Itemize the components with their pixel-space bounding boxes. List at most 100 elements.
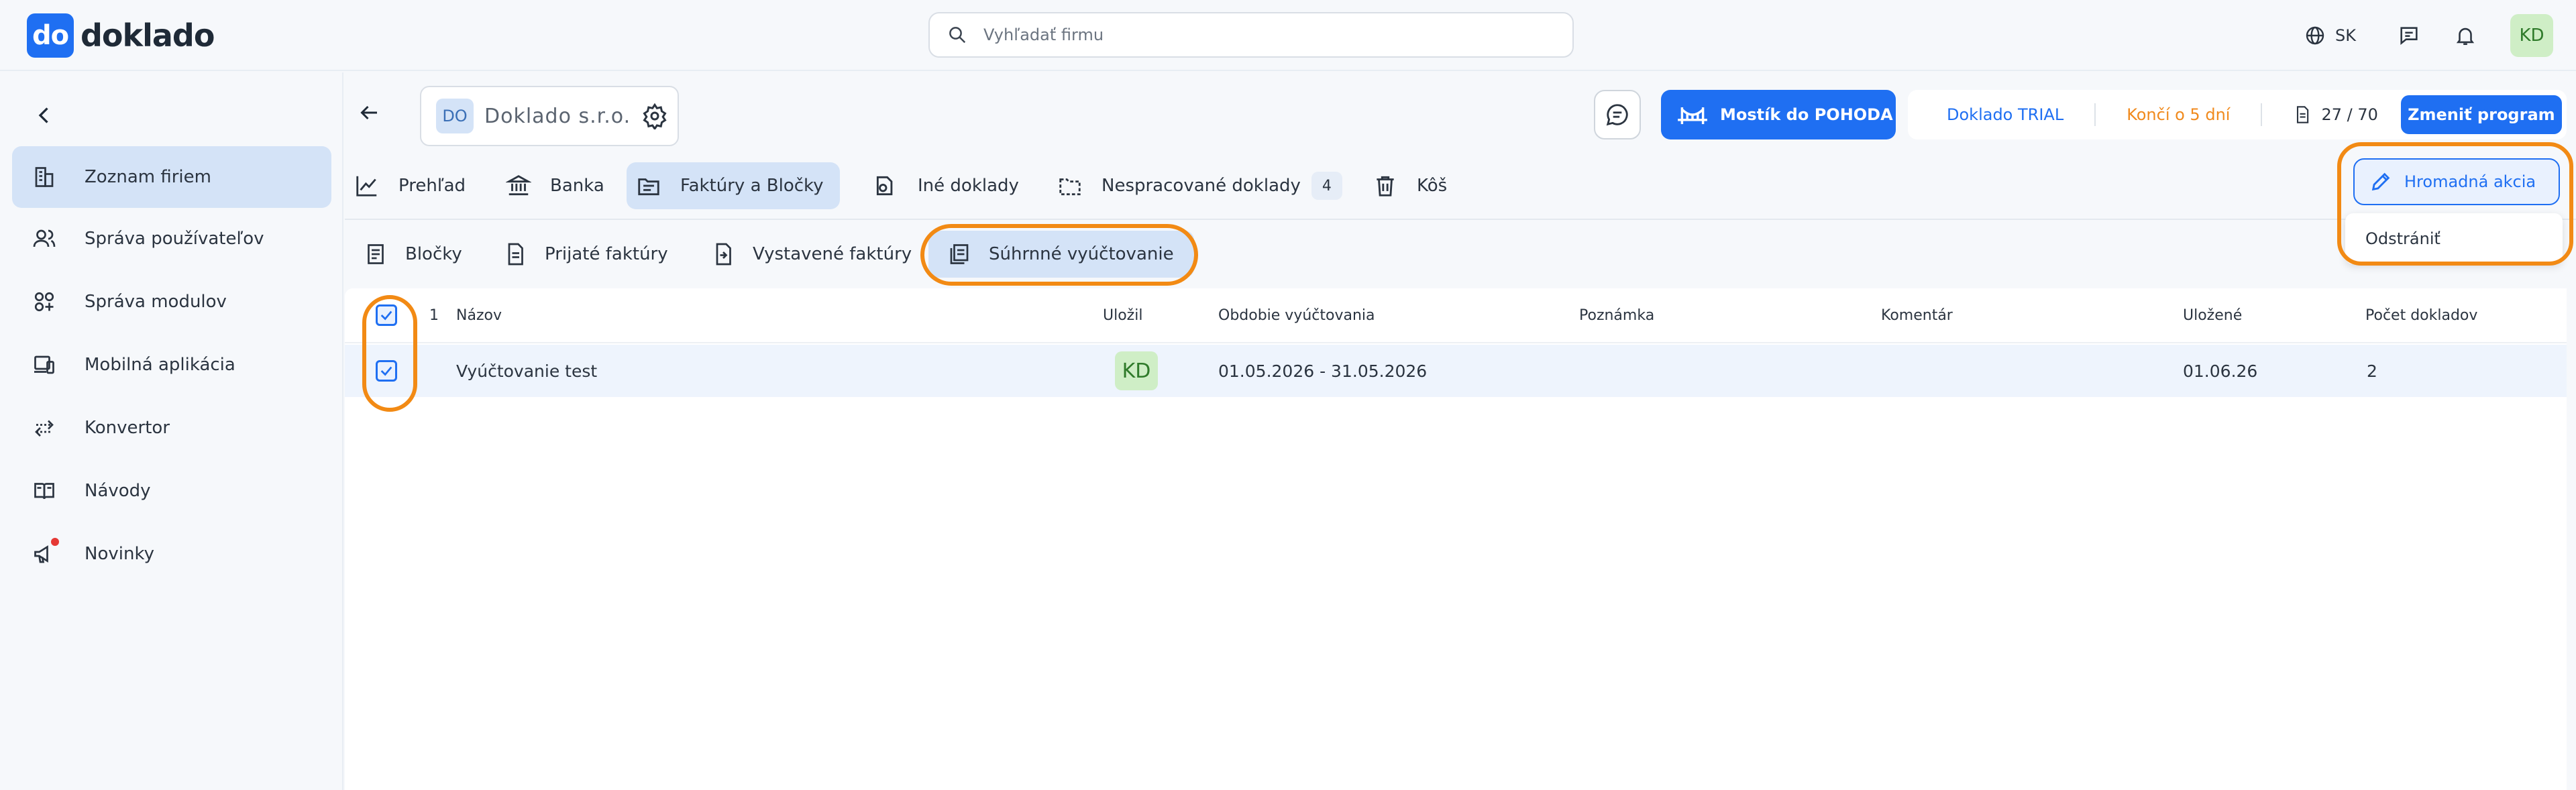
tab-receipts[interactable]: Bločky — [345, 231, 482, 278]
users-icon — [31, 227, 58, 251]
chat-bubble-icon — [1605, 102, 1630, 127]
back-arrow-icon[interactable] — [357, 101, 381, 125]
tab-label: Faktúry a Bločky — [680, 176, 824, 196]
sidebar-item-guides[interactable]: Návody — [12, 460, 331, 522]
tab-label: Vystavené faktúry — [753, 244, 912, 264]
selected-count: 1 — [429, 306, 439, 324]
row-saved: 01.06.26 — [2183, 361, 2258, 381]
search-input[interactable] — [983, 25, 1520, 44]
company-name: Doklado s.r.o. — [484, 104, 631, 128]
column-header-name[interactable]: Názov — [456, 288, 502, 342]
language-switcher[interactable]: SK — [2304, 25, 2356, 46]
table-row[interactable]: Vyúčtovanie test KD 01.05.2026 - 31.05.2… — [345, 345, 2567, 397]
company-badge: DO — [436, 99, 474, 133]
table-header: 1 Názov Uložil Obdobie vyúčtovania Pozná… — [345, 288, 2567, 343]
chart-icon — [354, 173, 380, 199]
company-selector[interactable]: DO Doklado s.r.o. — [420, 86, 679, 146]
tab-invoices-receipts[interactable]: Faktúry a Bločky — [627, 162, 840, 209]
invoice-icon — [636, 173, 661, 199]
plan-expiry: Končí o 5 dní — [2127, 105, 2231, 124]
sidebar-item-mobile-app[interactable]: Mobilná aplikácia — [12, 334, 331, 396]
summary-icon — [947, 242, 971, 266]
column-header-period[interactable]: Obdobie vyúčtovania — [1218, 288, 1375, 342]
sidebar-item-modules[interactable]: Správa modulov — [12, 271, 331, 333]
language-label: SK — [2335, 26, 2356, 45]
sidebar-item-label: Návody — [85, 481, 151, 501]
row-name: Vyúčtovanie test — [456, 361, 598, 381]
main-content: DO Doklado s.r.o. Mostík do POHODA Dokla… — [345, 72, 2576, 790]
tab-received-invoices[interactable]: Prijaté faktúry — [484, 231, 688, 278]
logo-mark: do — [27, 13, 74, 58]
tab-label: Kôš — [1417, 176, 1448, 196]
plan-info-bar: Doklado TRIAL Končí o 5 dní 27 / 70 Zmen… — [1908, 90, 2567, 139]
tab-bank[interactable]: Banka — [496, 162, 621, 209]
select-all-cell — [376, 288, 397, 342]
tab-overview[interactable]: Prehľad — [345, 162, 482, 209]
sidebar-item-converter[interactable]: Konvertor — [12, 397, 331, 459]
sidebar-item-label: Správa modulov — [85, 292, 227, 312]
settlements-table: 1 Názov Uložil Obdobie vyúčtovania Pozná… — [345, 288, 2567, 790]
tab-label: Bločky — [405, 244, 462, 264]
document-counter: 27 / 70 — [2293, 105, 2378, 124]
tab-issued-invoices[interactable]: Vystavené faktúry — [692, 231, 932, 278]
bank-icon — [506, 173, 531, 199]
logo-text: doklado — [80, 17, 215, 54]
sidebar-item-companies[interactable]: Zoznam firiem — [12, 146, 331, 208]
devices-icon — [31, 353, 58, 377]
book-icon — [31, 479, 58, 503]
bridge-icon — [1676, 103, 1709, 127]
bell-icon[interactable] — [2454, 24, 2477, 47]
pencil-icon — [2369, 170, 2392, 193]
plan-name[interactable]: Doklado TRIAL — [1947, 105, 2063, 124]
gear-icon[interactable] — [641, 103, 668, 129]
modules-icon — [31, 290, 58, 314]
divider — [2261, 103, 2263, 126]
tab-summary-settlement[interactable]: Súhrnné vyúčtovanie — [928, 231, 1194, 278]
pohoda-bridge-button[interactable]: Mostík do POHODA — [1661, 90, 1896, 139]
change-plan-button[interactable]: Zmeniť program — [2400, 95, 2562, 134]
search-icon — [947, 25, 967, 45]
document-count: 27 / 70 — [2321, 105, 2378, 124]
tab-other-documents[interactable]: Iné doklady — [864, 162, 1035, 209]
row-document-count: 2 — [2367, 361, 2377, 381]
divider — [2094, 103, 2096, 126]
sidebar-item-label: Správa používateľov — [85, 229, 264, 249]
row-select-cell — [376, 345, 397, 397]
sidebar-item-label: Mobilná aplikácia — [85, 355, 235, 375]
sidebar-item-label: Konvertor — [85, 418, 170, 438]
sidebar-item-label: Zoznam firiem — [85, 167, 211, 187]
tab-label: Súhrnné vyúčtovanie — [989, 244, 1174, 264]
sidebar-item-users[interactable]: Správa používateľov — [12, 208, 331, 270]
comments-button[interactable] — [1594, 90, 1641, 139]
documents-icon — [873, 173, 899, 199]
bulk-action-button[interactable]: Hromadná akcia — [2353, 158, 2560, 205]
bulk-action-label: Hromadná akcia — [2404, 172, 2536, 191]
sidebar-item-news[interactable]: Novinky — [12, 523, 331, 585]
column-header-saved[interactable]: Uložené — [2183, 288, 2242, 342]
sub-tabs: Bločky Prijaté faktúry Vystavené faktúry… — [345, 221, 2576, 287]
building-icon — [31, 165, 58, 189]
tab-label: Iné doklady — [918, 176, 1019, 196]
collapse-sidebar-icon[interactable] — [32, 103, 56, 127]
logo[interactable]: do doklado — [27, 13, 215, 58]
pohoda-bridge-label: Mostík do POHODA — [1720, 105, 1893, 124]
tab-label: Banka — [550, 176, 604, 196]
column-header-saved-by[interactable]: Uložil — [1103, 288, 1142, 342]
user-avatar[interactable]: KD — [2510, 14, 2553, 57]
sidebar-item-label: Novinky — [85, 544, 154, 564]
column-header-comment[interactable]: Komentár — [1881, 288, 1953, 342]
notification-dot — [51, 538, 59, 546]
tab-trash[interactable]: Kôš — [1363, 162, 1463, 209]
top-bar: do doklado SK KD — [0, 0, 2576, 71]
tab-label: Prijaté faktúry — [545, 244, 668, 264]
select-all-checkbox[interactable] — [376, 304, 397, 326]
column-header-document-count[interactable]: Počet dokladov — [2365, 288, 2477, 342]
row-checkbox[interactable] — [376, 360, 397, 382]
column-header-note[interactable]: Poznámka — [1579, 288, 1654, 342]
tab-unprocessed-documents[interactable]: Nespracované doklady 4 — [1048, 162, 1342, 209]
chat-icon[interactable] — [2398, 24, 2420, 47]
trash-icon — [1373, 173, 1398, 199]
tab-label: Prehľad — [398, 176, 466, 196]
search-box[interactable] — [928, 12, 1574, 58]
sidebar: Zoznam firiem Správa používateľov Správa… — [0, 72, 343, 790]
